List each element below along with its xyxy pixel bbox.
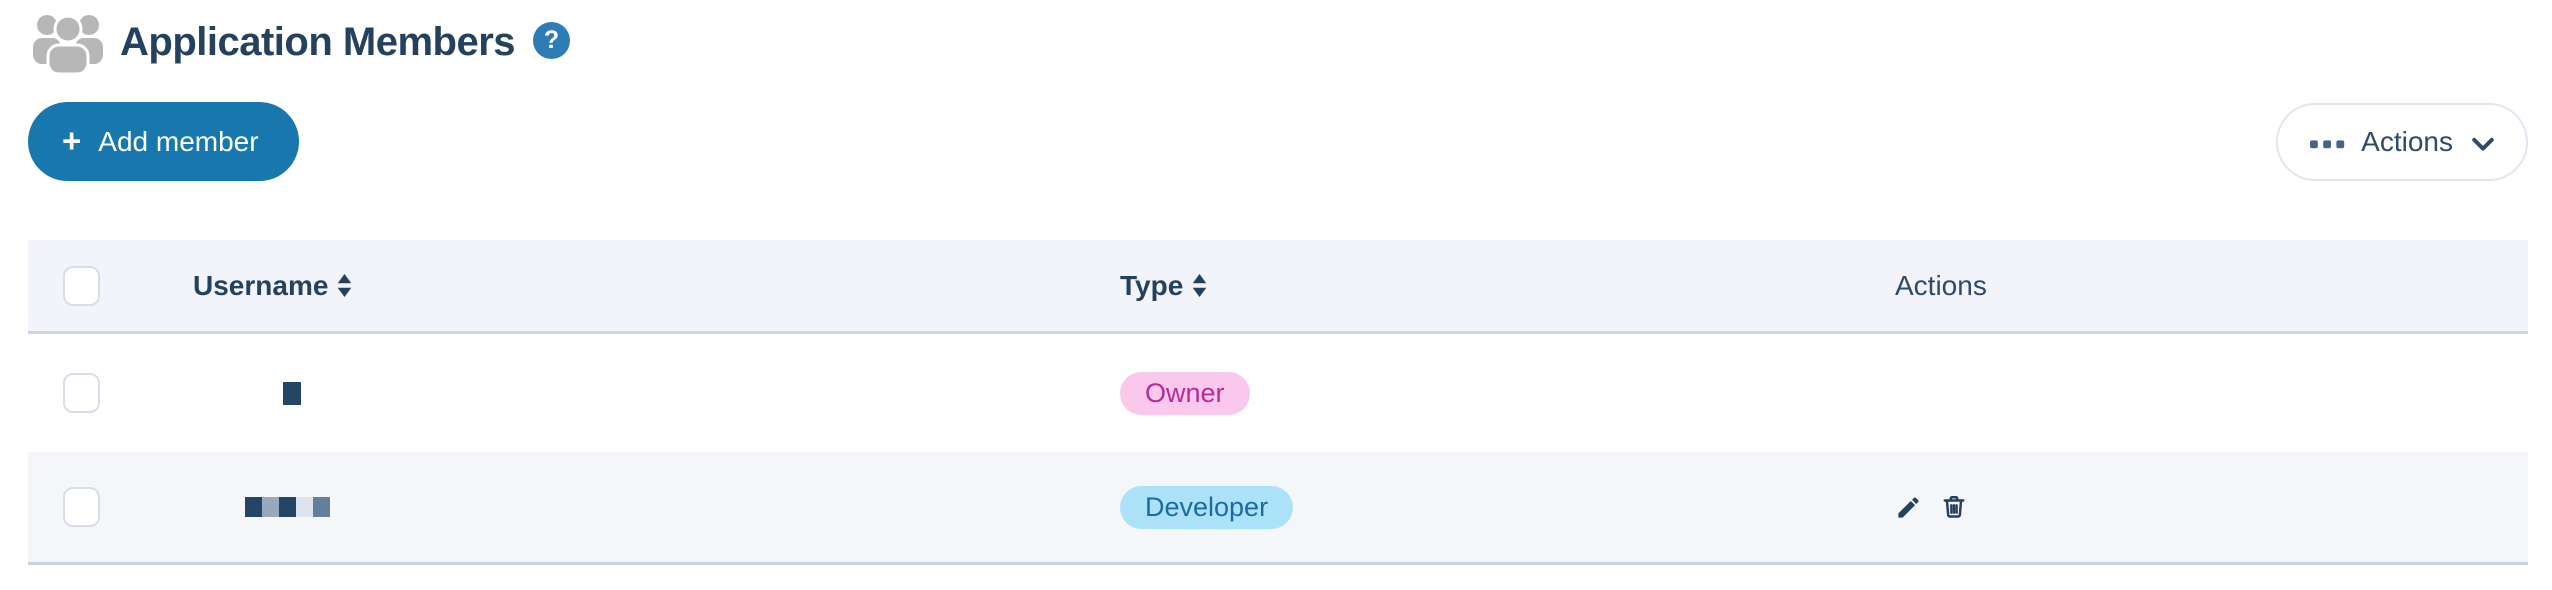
add-member-label: Add member bbox=[98, 125, 259, 157]
ellipsis-icon bbox=[2310, 139, 2346, 149]
toolbar: + Add member Actions bbox=[28, 102, 2528, 181]
column-header-username[interactable]: Username bbox=[193, 270, 328, 302]
delete-trash-icon[interactable] bbox=[1941, 493, 1967, 521]
type-badge-developer: Developer bbox=[1120, 485, 1294, 529]
sort-icon-type[interactable] bbox=[1192, 274, 1207, 297]
select-all-checkbox[interactable] bbox=[63, 265, 100, 306]
page-header: Application Members ? bbox=[28, 10, 2528, 74]
column-header-type[interactable]: Type bbox=[1120, 270, 1183, 302]
page-title: Application Members bbox=[120, 19, 516, 64]
row-checkbox[interactable] bbox=[63, 487, 100, 527]
application-members-page: Application Members ? + Add member Actio… bbox=[0, 0, 2552, 590]
redacted-username bbox=[244, 497, 330, 517]
chevron-down-icon bbox=[2468, 128, 2498, 158]
actions-menu-button[interactable]: Actions bbox=[2276, 102, 2528, 181]
row-checkbox[interactable] bbox=[63, 373, 100, 413]
add-member-button[interactable]: + Add member bbox=[28, 102, 299, 181]
help-icon-glyph: ? bbox=[543, 25, 560, 54]
users-group-icon bbox=[32, 10, 104, 74]
type-badge-owner: Owner bbox=[1120, 371, 1250, 415]
table-row: Owner bbox=[28, 334, 2528, 452]
sort-icon-username[interactable] bbox=[337, 274, 352, 297]
members-table: Username Type Actions Owner Developer bbox=[28, 240, 2528, 565]
row-actions bbox=[1895, 493, 1967, 521]
table-row: Developer bbox=[28, 452, 2528, 565]
help-icon[interactable]: ? bbox=[533, 21, 571, 59]
column-header-actions: Actions bbox=[1895, 269, 1987, 301]
table-header-row: Username Type Actions bbox=[28, 240, 2528, 334]
actions-menu-label: Actions bbox=[2361, 125, 2453, 157]
redacted-username-band bbox=[153, 487, 421, 527]
edit-pencil-icon[interactable] bbox=[1895, 494, 1922, 521]
redacted-username bbox=[283, 381, 301, 405]
plus-icon: + bbox=[62, 121, 82, 159]
